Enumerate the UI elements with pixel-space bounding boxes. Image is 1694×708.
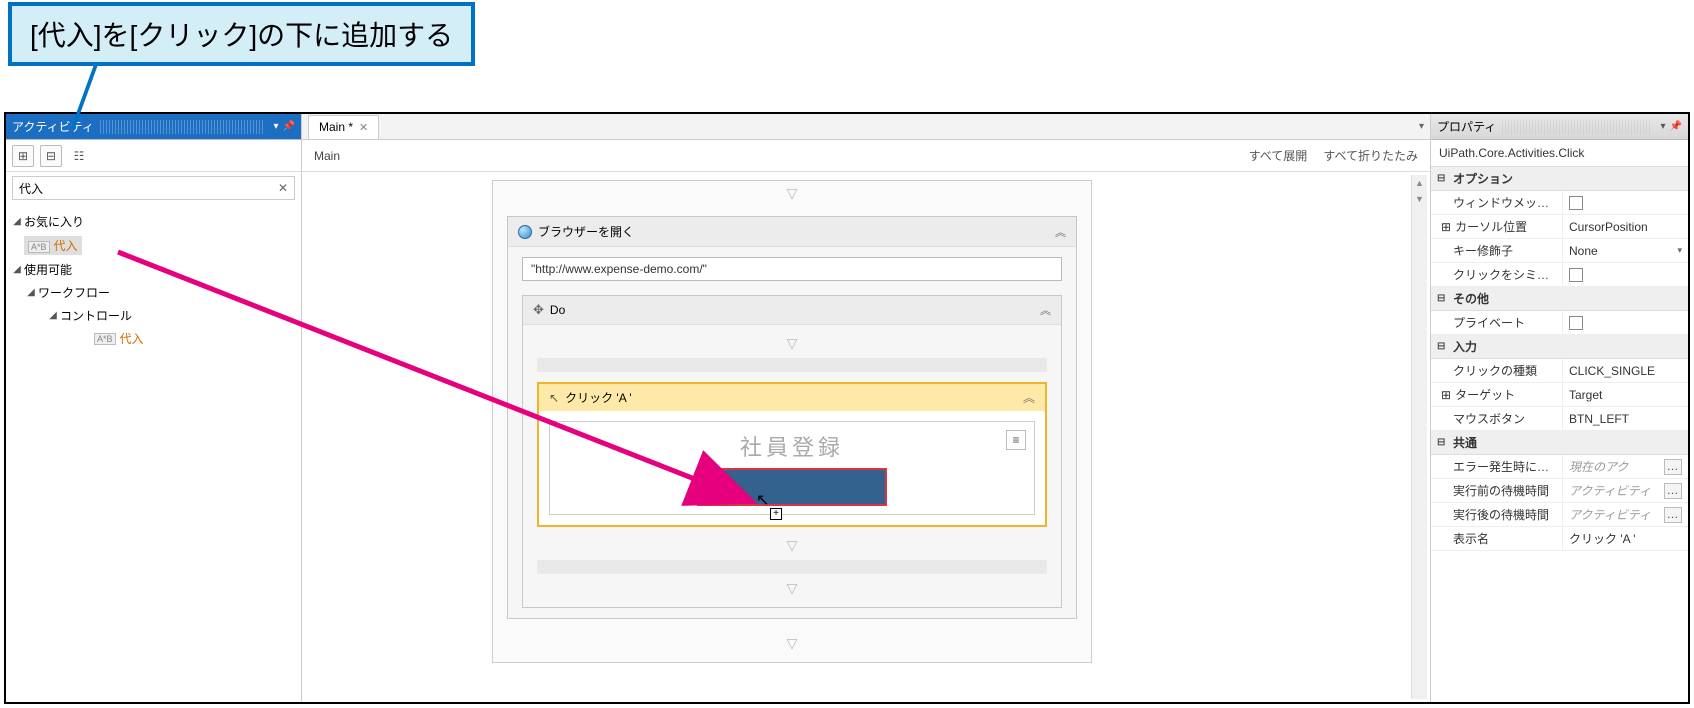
activity-search[interactable]: ✕ (12, 176, 295, 200)
click-target-preview[interactable]: ≡ 社員登録 (549, 421, 1035, 515)
collapse-icon[interactable]: ⊟ (40, 145, 62, 167)
panel-title: プロパティ (1437, 118, 1496, 135)
activity-header[interactable]: ブラウザーを開く ︽ (508, 217, 1076, 247)
drop-arrow-icon: ▽ (787, 185, 798, 201)
pin-icon[interactable]: 📌 (1670, 121, 1682, 132)
prop-mouse-button[interactable]: マウスボタンBTN_LEFT (1431, 407, 1688, 431)
collapse-all-link[interactable]: すべて折りたたみ (1323, 147, 1418, 164)
selected-activity-type: UiPath.Core.Activities.Click (1431, 140, 1688, 167)
search-input[interactable] (19, 181, 278, 195)
globe-icon (518, 225, 532, 239)
move-icon: ✥ (533, 302, 544, 318)
activities-panel-header[interactable]: アクティビティ ▾ 📌 (6, 114, 301, 140)
prop-cursor-position[interactable]: ⊞カーソル位置CursorPosition (1431, 215, 1688, 239)
tree-available[interactable]: ◢使用可能 (10, 258, 297, 281)
workflow-canvas[interactable]: ▲ ▼ ▽ ブラウザーを開く ︽ "http://www.expense-dem… (302, 172, 1430, 702)
app-window: アクティビティ ▾ 📌 ⊞ ⊟ ☷ ✕ ◢お気に入り A*B代入 ◢使用可能 ◢… (4, 112, 1690, 704)
click-activity[interactable]: ↖ クリック 'A ' ︽ ≡ 社員登録 (537, 382, 1047, 527)
tree-assign[interactable]: A*B代入 (10, 327, 297, 350)
checkbox[interactable] (1569, 316, 1583, 330)
checkbox[interactable] (1569, 268, 1583, 282)
expand-all-link[interactable]: すべて展開 (1249, 147, 1308, 164)
activities-toolbar: ⊞ ⊟ ☷ (6, 140, 301, 172)
drop-arrow-icon: ▽ (787, 335, 798, 351)
panel-title: アクティビティ (12, 118, 94, 135)
instruction-callout: [代入]を[クリック]の下に追加する (8, 2, 475, 66)
prop-click-type[interactable]: クリックの種類CLICK_SINGLE (1431, 359, 1688, 383)
preview-title: 社員登録 (558, 430, 1026, 462)
close-tab-icon[interactable]: ✕ (359, 121, 368, 134)
prop-category-common[interactable]: ⊟共通 (1431, 431, 1688, 455)
do-header[interactable]: ✥ Do ︽ (523, 296, 1061, 325)
drop-zone-top[interactable]: ▽ (537, 335, 1047, 372)
breadcrumb-bar: Main すべて展開 すべて折りたたみ (302, 140, 1430, 172)
expand-icon[interactable]: ⊞ (12, 145, 34, 167)
assign-icon: A*B (94, 333, 116, 345)
cursor-icon: ↖ (549, 391, 559, 405)
tab-overflow-icon[interactable]: ▾ (1419, 121, 1424, 132)
collapse-icon[interactable]: ︽ (1055, 224, 1066, 240)
expand-icon[interactable]: ⊞ (1441, 388, 1451, 402)
click-header[interactable]: ↖ クリック 'A ' ︽ (539, 384, 1045, 411)
prop-continue-on-error[interactable]: エラー発生時に実行を継...現在のアク… (1431, 455, 1688, 479)
do-sequence[interactable]: ✥ Do ︽ ▽ ↖ クリック 'A ' (522, 295, 1062, 608)
url-input[interactable]: "http://www.expense-demo.com/" (522, 257, 1062, 281)
prop-category-input[interactable]: ⊟入力 (1431, 335, 1688, 359)
scroll-up-icon[interactable]: ▲ (1412, 175, 1427, 191)
designer-panel: Main * ✕ ▾ Main すべて展開 すべて折りたたみ ▲ ▼ ▽ ブラウ… (302, 114, 1430, 702)
checkbox[interactable] (1569, 196, 1583, 210)
tree-workflow[interactable]: ◢ワークフロー (10, 281, 297, 304)
tab-main[interactable]: Main * ✕ (308, 115, 379, 139)
hamburger-icon[interactable]: ≡ (1006, 430, 1026, 450)
panel-menu-icon[interactable]: ▾ (1661, 121, 1666, 132)
ellipsis-button[interactable]: … (1664, 459, 1682, 475)
properties-panel: プロパティ ▾ 📌 UiPath.Core.Activities.Click ⊟… (1430, 114, 1688, 702)
filter-icon[interactable]: ☷ (68, 145, 90, 167)
assign-icon: A*B (28, 241, 50, 253)
activities-panel: アクティビティ ▾ 📌 ⊞ ⊟ ☷ ✕ ◢お気に入り A*B代入 ◢使用可能 ◢… (6, 114, 302, 702)
activity-tree: ◢お気に入り A*B代入 ◢使用可能 ◢ワークフロー ◢コントロール A*B代入 (6, 204, 301, 356)
drop-arrow-icon: ▽ (787, 580, 798, 596)
pin-icon[interactable]: 📌 (283, 121, 295, 132)
tab-bar: Main * ✕ ▾ (302, 114, 1430, 140)
prop-category-other[interactable]: ⊟その他 (1431, 287, 1688, 311)
prop-display-name[interactable]: 表示名クリック 'A ' (1431, 527, 1688, 551)
tree-control[interactable]: ◢コントロール (10, 304, 297, 327)
prop-private[interactable]: プライベート (1431, 311, 1688, 335)
prop-simulate-click[interactable]: クリックをシミュレート (1431, 263, 1688, 287)
prop-target[interactable]: ⊞ターゲットTarget (1431, 383, 1688, 407)
prop-delay-before[interactable]: 実行前の待機時間アクティビティ… (1431, 479, 1688, 503)
properties-panel-header[interactable]: プロパティ ▾ 📌 (1431, 114, 1688, 140)
collapse-icon[interactable]: ︽ (1040, 302, 1051, 318)
ellipsis-button[interactable]: … (1664, 483, 1682, 499)
drop-indicator: + (770, 508, 782, 520)
panel-menu-icon[interactable]: ▾ (274, 121, 279, 132)
clear-search-icon[interactable]: ✕ (278, 181, 288, 195)
dropdown-icon[interactable]: ▾ (1677, 245, 1682, 256)
vertical-scrollbar[interactable]: ▲ ▼ (1411, 175, 1427, 699)
expand-icon[interactable]: ⊞ (1441, 220, 1451, 234)
cursor-pointer: ↖ (756, 490, 769, 510)
property-grid: UiPath.Core.Activities.Click ⊟オプション ウィンド… (1431, 140, 1688, 551)
sequence-container[interactable]: ▽ ブラウザーを開く ︽ "http://www.expense-demo.co… (492, 180, 1092, 663)
collapse-icon[interactable]: ︽ (1023, 389, 1035, 406)
scroll-down-icon[interactable]: ▼ (1412, 191, 1427, 207)
prop-category-option[interactable]: ⊟オプション (1431, 167, 1688, 191)
ellipsis-button[interactable]: … (1664, 507, 1682, 523)
prop-send-window-message[interactable]: ウィンドウメッセージを送信 (1431, 191, 1688, 215)
tree-assign-favorite[interactable]: A*B代入 (10, 233, 297, 258)
drop-arrow-icon: ▽ (787, 537, 798, 553)
prop-key-modifier[interactable]: キー修飾子None▾ (1431, 239, 1688, 263)
prop-delay-after[interactable]: 実行後の待機時間アクティビティ… (1431, 503, 1688, 527)
breadcrumb[interactable]: Main (314, 149, 340, 163)
open-browser-activity[interactable]: ブラウザーを開く ︽ "http://www.expense-demo.com/… (507, 216, 1077, 619)
target-highlight (697, 468, 887, 506)
drop-arrow-icon: ▽ (787, 635, 798, 651)
drop-zone-bottom[interactable]: ▽ ▽ (537, 537, 1047, 597)
tree-favorites[interactable]: ◢お気に入り (10, 210, 297, 233)
